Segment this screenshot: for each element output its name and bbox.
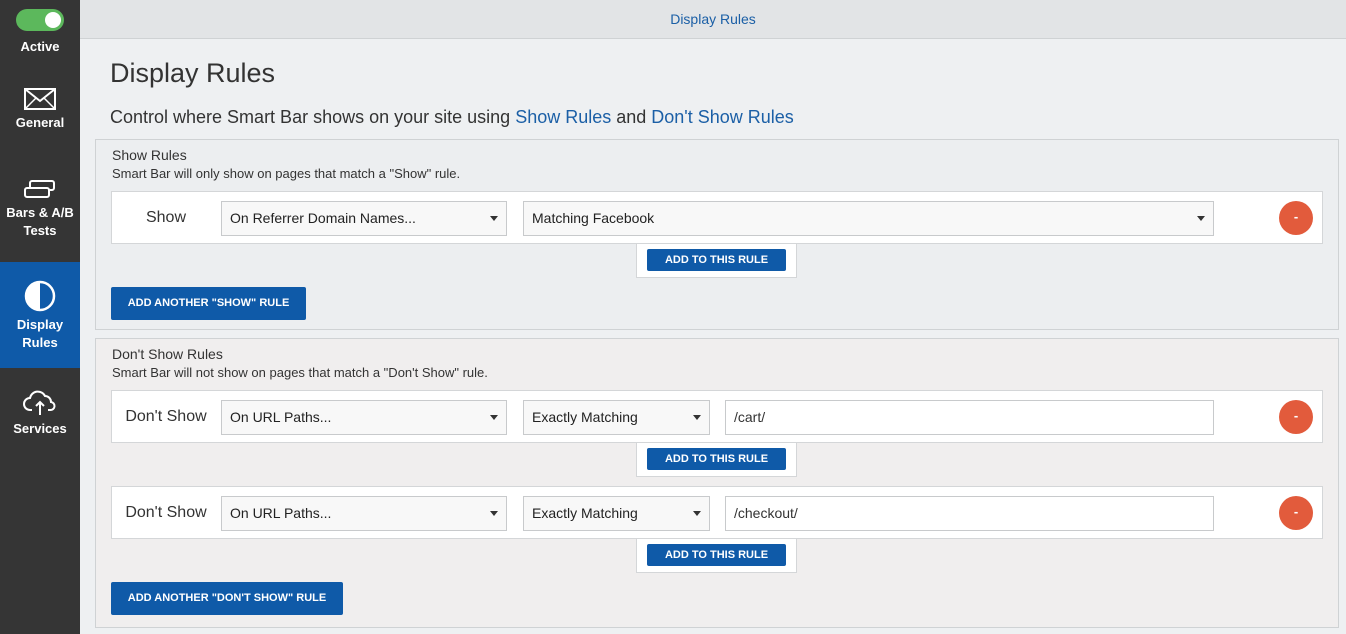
match-select[interactable]: Exactly Matching [523, 496, 710, 531]
show-rules-description: Smart Bar will only show on pages that m… [112, 166, 461, 181]
remove-rule-button[interactable]: - [1279, 400, 1313, 434]
subtitle-text: Control where Smart Bar shows on your si… [110, 107, 516, 127]
sidebar-item-services[interactable]: Services [0, 390, 80, 440]
match-select-value: Exactly Matching [532, 409, 638, 425]
remove-rule-button[interactable]: - [1279, 201, 1313, 235]
chevron-down-icon [693, 415, 701, 420]
toggle-knob [45, 12, 61, 28]
active-toggle[interactable] [16, 9, 64, 31]
add-show-rule-button[interactable]: ADD ANOTHER "SHOW" RULE [111, 287, 306, 320]
chevron-down-icon [693, 511, 701, 516]
sidebar-item-label: Services [13, 421, 67, 436]
show-rules-link[interactable]: Show Rules [515, 107, 611, 127]
url-path-input[interactable]: /checkout/ [725, 496, 1214, 531]
dont-show-rules-link[interactable]: Don't Show Rules [651, 107, 794, 127]
url-path-input[interactable]: /cart/ [725, 400, 1214, 435]
condition-select[interactable]: On URL Paths... [221, 496, 507, 531]
bars-icon [24, 180, 55, 198]
sidebar-item-label-line2: Tests [23, 223, 57, 238]
condition-select-value: On URL Paths... [230, 409, 332, 425]
cloud-upload-icon [23, 390, 56, 415]
value-select-value: Matching Facebook [532, 210, 655, 226]
show-rule-row: Show On Referrer Domain Names... Matchin… [111, 191, 1323, 244]
chevron-down-icon [1197, 216, 1205, 221]
sidebar-item-general[interactable]: General [0, 88, 80, 158]
sidebar-item-label: General [15, 115, 65, 130]
chevron-down-icon [490, 511, 498, 516]
chevron-down-icon [490, 216, 498, 221]
sidebar: Active General Bars & A/B Tests Display … [0, 0, 80, 634]
match-select-value: Exactly Matching [532, 505, 638, 521]
top-bar: Display Rules [80, 0, 1346, 39]
show-rules-title: Show Rules [112, 147, 187, 163]
add-to-rule-button[interactable]: ADD TO THIS RULE [647, 448, 786, 470]
rule-type-label: Don't Show [125, 408, 207, 425]
dont-show-rules-description: Smart Bar will not show on pages that ma… [112, 365, 488, 380]
subtitle-and: and [611, 107, 652, 127]
remove-rule-button[interactable]: - [1279, 496, 1313, 530]
page-subtitle: Control where Smart Bar shows on your si… [110, 107, 794, 128]
envelope-icon [24, 88, 56, 110]
sidebar-item-bars-ab-tests[interactable]: Bars & A/B Tests [0, 180, 80, 250]
half-circle-icon [24, 280, 56, 312]
active-toggle-group[interactable]: Active [0, 0, 80, 60]
condition-select-value: On Referrer Domain Names... [230, 210, 416, 226]
sidebar-item-label-line2: Rules [22, 335, 58, 350]
condition-select[interactable]: On URL Paths... [221, 400, 507, 435]
add-dont-show-rule-button[interactable]: ADD ANOTHER "DON'T SHOW" RULE [111, 582, 343, 615]
value-select[interactable]: Matching Facebook [523, 201, 1214, 236]
dont-show-rules-title: Don't Show Rules [112, 346, 223, 362]
page-title: Display Rules [110, 58, 276, 88]
chevron-down-icon [490, 415, 498, 420]
condition-select-value: On URL Paths... [230, 505, 332, 521]
sidebar-item-display-rules[interactable]: Display Rules [0, 262, 80, 368]
dont-show-rule-row: Don't Show On URL Paths... Exactly Match… [111, 390, 1323, 443]
add-to-rule-button[interactable]: ADD TO THIS RULE [647, 249, 786, 271]
sidebar-item-label: Display [16, 317, 64, 332]
add-to-rule-button[interactable]: ADD TO THIS RULE [647, 544, 786, 566]
condition-select[interactable]: On Referrer Domain Names... [221, 201, 507, 236]
match-select[interactable]: Exactly Matching [523, 400, 710, 435]
add-to-rule-box: ADD TO THIS RULE [636, 539, 797, 573]
top-bar-title: Display Rules [670, 11, 756, 27]
sidebar-item-label: Bars & A/B [6, 205, 74, 220]
active-toggle-label: Active [20, 39, 60, 54]
add-to-rule-box: ADD TO THIS RULE [636, 244, 797, 278]
rule-type-label: Show [145, 209, 187, 226]
add-to-rule-box: ADD TO THIS RULE [636, 443, 797, 477]
dont-show-rule-row: Don't Show On URL Paths... Exactly Match… [111, 486, 1323, 539]
rule-type-label: Don't Show [125, 504, 207, 521]
